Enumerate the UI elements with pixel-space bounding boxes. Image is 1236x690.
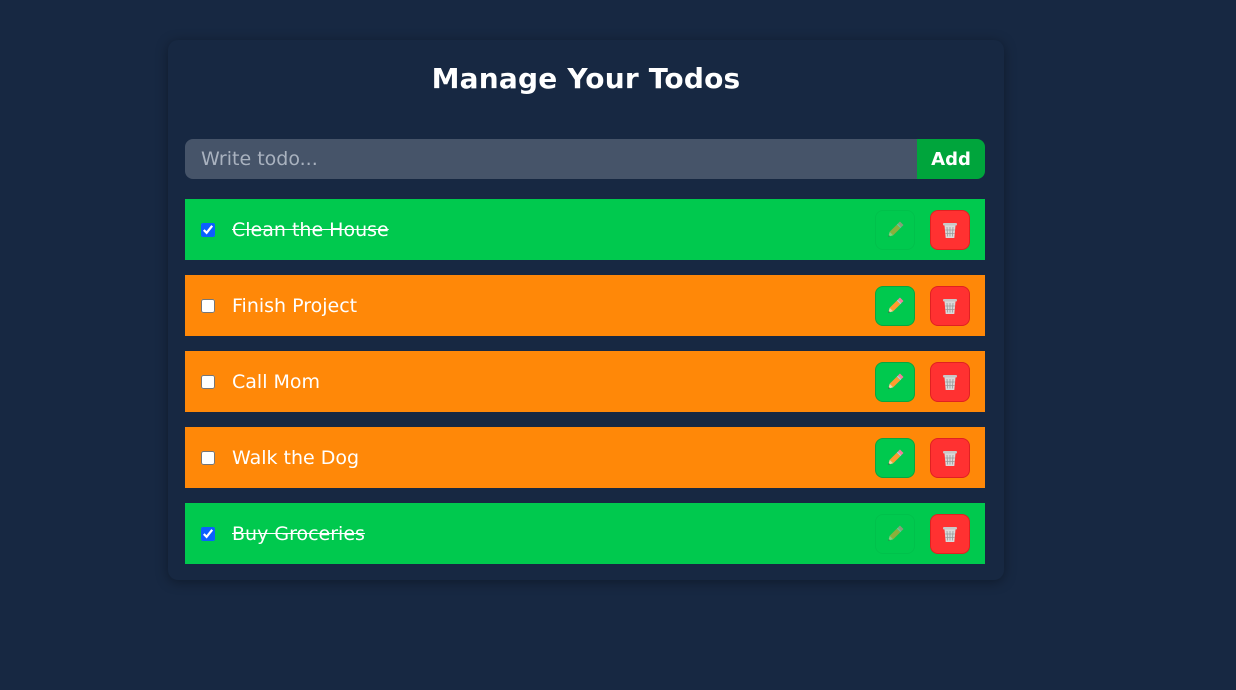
- todo-item: Walk the Dog: [185, 427, 985, 488]
- wastebasket-icon: [939, 295, 961, 317]
- delete-button[interactable]: [930, 285, 970, 326]
- delete-button[interactable]: [930, 513, 970, 554]
- pencil-icon: [884, 371, 906, 393]
- pencil-icon: [884, 219, 906, 241]
- todo-checkbox[interactable]: [201, 450, 215, 465]
- todo-input[interactable]: [185, 139, 917, 179]
- delete-button[interactable]: [930, 209, 970, 250]
- wastebasket-icon: [939, 523, 961, 545]
- pencil-icon: [884, 295, 906, 317]
- todo-item: Finish Project: [185, 275, 985, 336]
- wastebasket-icon: [939, 371, 961, 393]
- edit-button[interactable]: [875, 210, 915, 250]
- todo-text: Buy Groceries: [232, 522, 365, 545]
- todo-text: Call Mom: [232, 370, 321, 393]
- delete-button[interactable]: [930, 437, 970, 478]
- todo-item: Clean the House: [185, 199, 985, 260]
- todo-text: Clean the House: [232, 218, 389, 241]
- wastebasket-icon: [939, 447, 961, 469]
- page-title: Manage Your Todos: [431, 62, 741, 95]
- todo-text: Walk the Dog: [232, 446, 360, 469]
- todo-checkbox[interactable]: [201, 526, 215, 541]
- todo-item: Buy Groceries: [185, 503, 985, 564]
- todo-panel: Manage Your Todos Add Clean the House: [168, 40, 1004, 580]
- todo-form: Add: [185, 139, 985, 179]
- wastebasket-icon: [939, 219, 961, 241]
- todo-list: Clean the House Finish Project Call Mom …: [185, 199, 985, 579]
- add-button[interactable]: Add: [917, 139, 985, 179]
- edit-button[interactable]: [875, 285, 915, 326]
- delete-button[interactable]: [930, 361, 970, 402]
- todo-checkbox[interactable]: [201, 222, 215, 237]
- todo-checkbox[interactable]: [201, 298, 215, 313]
- pencil-icon: [884, 523, 906, 545]
- edit-button[interactable]: [875, 361, 915, 402]
- pencil-icon: [884, 447, 906, 469]
- edit-button[interactable]: [875, 514, 915, 554]
- todo-item: Call Mom: [185, 351, 985, 412]
- todo-text: Finish Project: [232, 294, 358, 317]
- edit-button[interactable]: [875, 437, 915, 478]
- todo-checkbox[interactable]: [201, 374, 215, 389]
